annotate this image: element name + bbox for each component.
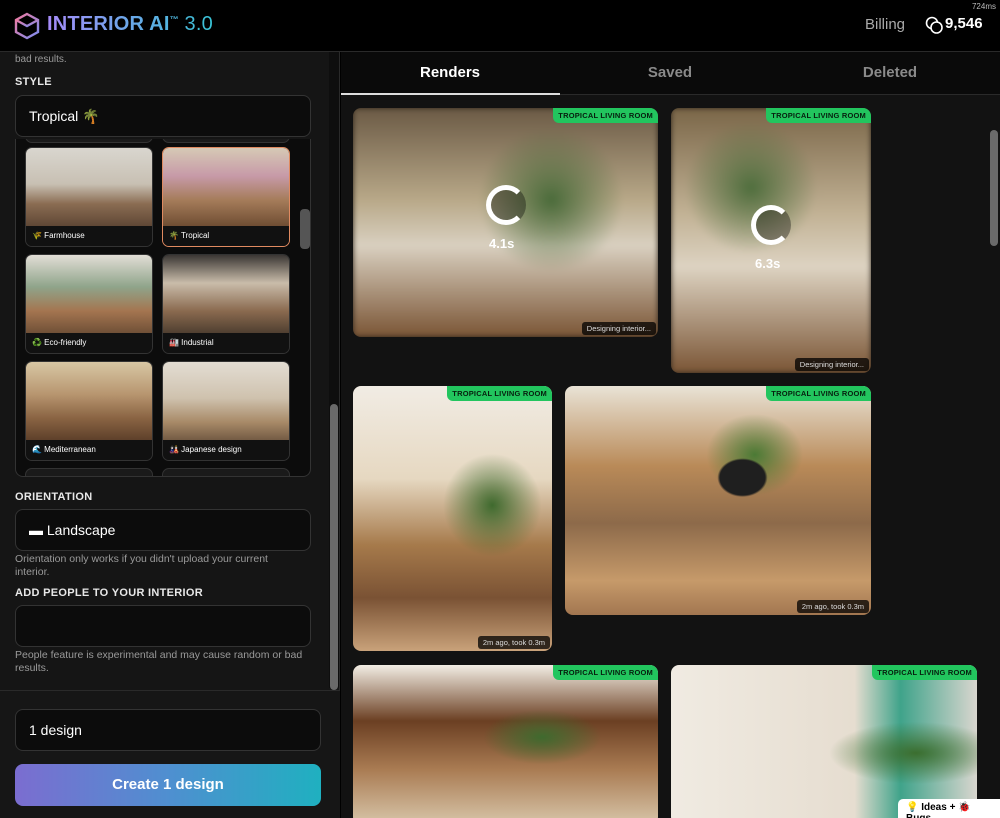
style-option-label: 🌾 Farmhouse bbox=[26, 226, 152, 246]
coins-icon bbox=[925, 16, 943, 34]
style-option-farmhouse[interactable]: 🌾 Farmhouse bbox=[25, 147, 153, 247]
render-status: 2m ago, took 0.3m bbox=[796, 600, 869, 613]
credits-count: 9,546 bbox=[945, 15, 983, 32]
eco-friendly-thumbnail bbox=[26, 255, 152, 335]
render-tag: TROPICAL LIVING ROOM bbox=[766, 108, 871, 123]
render-tag: TROPICAL LIVING ROOM bbox=[447, 386, 552, 401]
active-tab-indicator bbox=[341, 93, 560, 95]
tropical-thumbnail bbox=[163, 148, 289, 228]
render-timer: 4.1s bbox=[489, 236, 515, 251]
style-option-partial[interactable] bbox=[25, 468, 153, 476]
style-options-grid[interactable]: 🌾 Farmhouse 🌴 Tropical ♻️ Eco-friendly 🏭… bbox=[15, 139, 311, 477]
render-status: Designing interior... bbox=[794, 358, 869, 371]
style-option-label: 🎎 Japanese design bbox=[163, 440, 289, 460]
render-tag: TROPICAL LIVING ROOM bbox=[872, 665, 977, 680]
create-design-button[interactable]: Create 1 design bbox=[15, 764, 321, 806]
render-image bbox=[565, 386, 871, 615]
orientation-label: ORIENTATION bbox=[15, 491, 93, 503]
orientation-select[interactable]: ▬ Landscape bbox=[15, 509, 311, 551]
render-timer: 6.3s bbox=[755, 256, 781, 271]
style-label: STYLE bbox=[15, 76, 52, 88]
render-status: 2m ago, took 0.3m bbox=[477, 636, 550, 649]
results-panel: Renders Saved Deleted TROPICAL LIVING RO… bbox=[341, 52, 1000, 818]
design-count-select[interactable]: 1 design bbox=[15, 709, 321, 751]
render-card[interactable]: TROPICAL LIVING ROOM 2m ago, took 0.3m bbox=[565, 386, 871, 615]
style-option-mediterranean[interactable]: 🌊 Mediterranean bbox=[25, 361, 153, 461]
style-option-industrial[interactable]: 🏭 Industrial bbox=[162, 254, 290, 354]
brand-title[interactable]: INTERIOR AI™ 3.0 bbox=[47, 13, 213, 36]
loading-spinner-icon bbox=[486, 185, 526, 225]
style-option-partial[interactable] bbox=[162, 468, 290, 476]
orientation-help: Orientation only works if you didn't upl… bbox=[15, 553, 268, 578]
loading-spinner-icon bbox=[751, 205, 791, 245]
style-grid-scrollbar[interactable] bbox=[300, 209, 310, 249]
tab-deleted[interactable]: Deleted bbox=[835, 64, 945, 81]
industrial-thumbnail bbox=[163, 255, 289, 335]
results-tabs: Renders Saved Deleted bbox=[341, 52, 1000, 95]
style-option-partial[interactable] bbox=[162, 139, 290, 143]
render-image bbox=[353, 665, 658, 818]
render-tag: TROPICAL LIVING ROOM bbox=[553, 665, 658, 680]
style-option-japanese-design[interactable]: 🎎 Japanese design bbox=[162, 361, 290, 461]
style-option-eco-friendly[interactable]: ♻️ Eco-friendly bbox=[25, 254, 153, 354]
settings-panel: bad results. STYLE Tropical 🌴 🌾 Farmhous… bbox=[0, 52, 340, 818]
results-scrollbar[interactable] bbox=[990, 130, 998, 246]
render-card[interactable]: TROPICAL LIVING ROOM 2m ago, took 0.3m bbox=[353, 386, 552, 651]
people-input[interactable] bbox=[15, 605, 311, 647]
top-bar: INTERIOR AI™ 3.0 724ms Billing 9,546 bbox=[0, 0, 1000, 52]
people-help: People feature is experimental and may c… bbox=[15, 649, 303, 674]
render-tag: TROPICAL LIVING ROOM bbox=[553, 108, 658, 123]
tab-saved[interactable]: Saved bbox=[615, 64, 725, 81]
style-select[interactable]: Tropical 🌴 bbox=[15, 95, 311, 137]
render-card[interactable]: TROPICAL LIVING ROOM bbox=[353, 665, 658, 818]
brand-name: INTERIOR AI bbox=[47, 13, 170, 35]
people-label: ADD PEOPLE TO YOUR INTERIOR bbox=[15, 587, 203, 599]
style-option-label: 🏭 Industrial bbox=[163, 333, 289, 353]
feedback-button[interactable]: 💡 Ideas + 🐞 Bugs bbox=[898, 799, 1000, 818]
render-timing: 724ms bbox=[971, 2, 996, 11]
render-card[interactable]: TROPICAL LIVING ROOM bbox=[671, 665, 977, 818]
mediterranean-thumbnail bbox=[26, 362, 152, 442]
settings-scroll-area[interactable]: bad results. STYLE Tropical 🌴 🌾 Farmhous… bbox=[0, 52, 340, 690]
tab-renders[interactable]: Renders bbox=[395, 64, 505, 81]
render-tag: TROPICAL LIVING ROOM bbox=[766, 386, 871, 401]
billing-link[interactable]: Billing bbox=[865, 16, 905, 33]
style-option-label: ♻️ Eco-friendly bbox=[26, 333, 152, 353]
render-status: Designing interior... bbox=[581, 322, 656, 335]
style-option-partial[interactable] bbox=[25, 139, 153, 143]
cube-logo-icon[interactable] bbox=[14, 12, 40, 40]
render-card[interactable]: TROPICAL LIVING ROOM 6.3s Designing inte… bbox=[671, 108, 871, 373]
japanese-design-thumbnail bbox=[163, 362, 289, 442]
render-card[interactable]: TROPICAL LIVING ROOM 4.1s Designing inte… bbox=[353, 108, 658, 337]
create-footer: 1 design Create 1 design bbox=[0, 690, 340, 818]
settings-scrollbar[interactable] bbox=[330, 404, 338, 690]
style-option-label: 🌊 Mediterranean bbox=[26, 440, 152, 460]
truncated-help-text: bad results. bbox=[15, 54, 67, 65]
style-option-label: 🌴 Tropical bbox=[163, 226, 289, 246]
render-image bbox=[353, 386, 552, 651]
render-image bbox=[671, 665, 977, 818]
style-option-tropical[interactable]: 🌴 Tropical bbox=[162, 147, 290, 247]
trademark: ™ bbox=[169, 14, 179, 25]
brand-version: 3.0 bbox=[184, 13, 213, 35]
farmhouse-thumbnail bbox=[26, 148, 152, 228]
